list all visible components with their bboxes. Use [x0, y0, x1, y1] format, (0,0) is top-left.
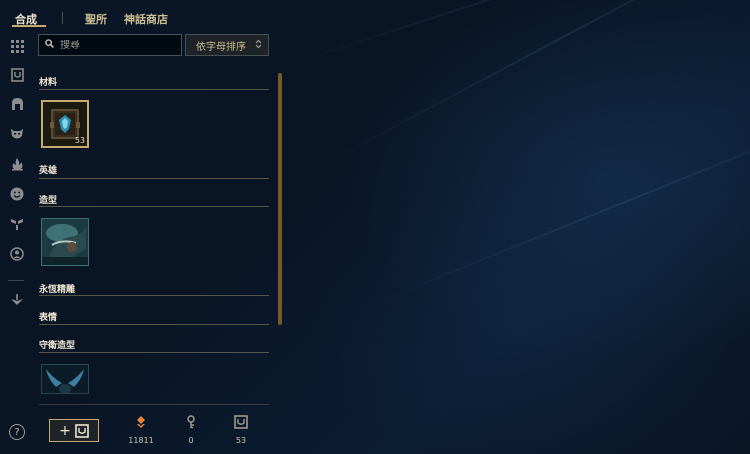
section-divider: [39, 352, 269, 353]
add-loot-button[interactable]: +: [49, 419, 99, 442]
orange-essence-amount: 11811: [128, 436, 154, 445]
section-title-emotes: 表情: [39, 313, 58, 323]
flame-icon[interactable]: [9, 156, 25, 172]
background: [0, 0, 750, 454]
loot-tile-materials[interactable]: 53: [41, 100, 89, 148]
bottom-divider: [39, 404, 269, 405]
chest-icon: [75, 423, 89, 438]
profile-icon[interactable]: [9, 246, 25, 262]
currency-keys: 0: [171, 414, 211, 445]
item-count: 53: [74, 136, 85, 145]
nav-divider: [62, 12, 63, 24]
search-input[interactable]: [60, 39, 170, 51]
section-divider: [39, 295, 269, 296]
plus-icon: +: [59, 422, 71, 439]
skin-art-image: [42, 219, 88, 265]
section-title-materials: 材料: [39, 78, 58, 88]
chest-icon: [234, 415, 248, 429]
chests-amount: 53: [235, 436, 247, 445]
chevron-updown-icon: [255, 39, 262, 51]
loot-tile-skin[interactable]: [41, 218, 89, 266]
smiley-icon[interactable]: [9, 186, 25, 202]
section-divider: [39, 89, 269, 90]
loot-tile-ward-skin[interactable]: [41, 364, 89, 394]
section-title-skins: 造型: [39, 196, 58, 206]
keys-amount: 0: [188, 436, 194, 445]
section-divider: [39, 178, 269, 179]
tab-mythic-shop[interactable]: 神話商店: [124, 11, 168, 27]
ward-skin-art-image: [42, 365, 88, 393]
orange-essence-icon: [137, 416, 145, 428]
mask-icon[interactable]: [9, 126, 25, 142]
section-divider: [39, 324, 269, 325]
tab-sanctum[interactable]: 聖所: [85, 11, 107, 27]
helmet-icon[interactable]: [9, 96, 25, 112]
sidebar-divider: [8, 280, 24, 281]
loot-chest-icon[interactable]: [9, 67, 25, 83]
currency-orange-essence: 11811: [121, 414, 161, 445]
search-icon: [45, 39, 54, 51]
sort-label: 依字母排序: [196, 41, 246, 53]
section-title-eternals: 永恆精雕: [39, 285, 76, 295]
section-divider: [39, 206, 269, 207]
top-nav: 合成 聖所 神話商店: [0, 0, 750, 34]
key-icon: [187, 415, 195, 429]
section-title-ward-skins: 守衛造型: [39, 341, 76, 351]
sort-dropdown[interactable]: 依字母排序: [185, 34, 269, 56]
ward-icon[interactable]: [9, 216, 25, 232]
currency-chests: 53: [221, 414, 261, 445]
grid-icon[interactable]: [9, 38, 25, 54]
background-streak: [379, 105, 750, 302]
search-box[interactable]: [38, 34, 182, 56]
scrollbar-thumb[interactable]: [278, 73, 282, 325]
section-title-champions: 英雄: [39, 166, 58, 176]
chroma-icon[interactable]: [9, 292, 25, 308]
active-tab-underline: [12, 25, 46, 27]
help-button[interactable]: ?: [9, 424, 25, 440]
